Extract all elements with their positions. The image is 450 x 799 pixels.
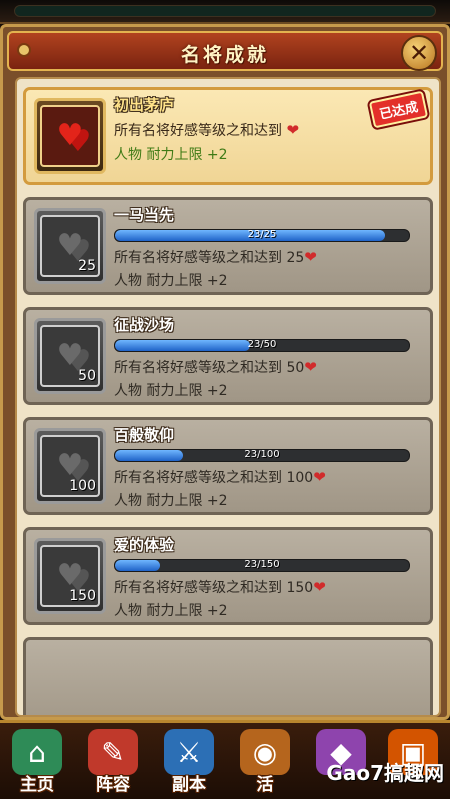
achievement-badge: ♥ 25 (34, 208, 106, 284)
badge-number: 150 (69, 588, 96, 604)
achievement-card-1[interactable]: ♥ 初出茅庐 所有名将好感等级之和达到 ❤ 人物 耐力上限 +2 已达成 (23, 87, 433, 185)
nav-label: 副本 (172, 775, 206, 795)
bottom-navigation: ⌂ 主页 ✎ 阵容 ⚔ 副本 ◉ 活 ◆ ▣ Gao7搞趣网 (0, 720, 450, 799)
progress-text: 23/150 (244, 559, 280, 570)
hearts-icon: ♥ (56, 118, 84, 153)
achievement-name: 一马当先 (114, 206, 175, 224)
scroll-icon: ✎ (88, 729, 138, 775)
nav-label: 阵容 (96, 775, 130, 795)
heart-icon: ❤ (304, 358, 317, 376)
badge-number: 50 (78, 368, 96, 384)
progress-bar: 23/50 (114, 339, 410, 352)
nav-label: 活 (256, 775, 274, 795)
progress-text: 23/50 (247, 339, 277, 350)
hearts-icon: ♥ (56, 228, 84, 263)
progress-bar: 23/100 (114, 449, 410, 462)
nav-lineup-button[interactable]: ✎ 阵容 (80, 727, 146, 797)
achievement-card-4[interactable]: ♥ 100 百般敬仰 23/100 所有名将好感等级之和达到 100❤ 人物 耐力… (23, 417, 433, 515)
heart-icon: ❤ (304, 248, 317, 266)
achievement-card-6-partial[interactable] (23, 637, 433, 715)
progress-bar: 23/25 (114, 229, 410, 242)
hearts-icon: ♥ (56, 338, 84, 373)
achievement-panel: 名将成就 ✕ ♥ 初出茅庐 所有名将好感等级之和达到 ❤ 人物 耐力上限 +2 … (0, 24, 450, 720)
progress-text: 23/25 (247, 229, 277, 240)
nav-dungeon-button[interactable]: ⚔ 副本 (156, 727, 222, 797)
top-status-bar (0, 0, 450, 24)
achievement-list[interactable]: ♥ 初出茅庐 所有名将好感等级之和达到 ❤ 人物 耐力上限 +2 已达成 ♥ 25… (15, 77, 441, 717)
badge-number: 25 (78, 258, 96, 274)
achievement-card-3[interactable]: ♥ 50 征战沙场 23/50 所有名将好感等级之和达到 50❤ 人物 耐力上限 … (23, 307, 433, 405)
completed-stamp: 已达成 (368, 90, 429, 129)
achievement-reward: 人物 耐力上限 +2 (114, 147, 228, 163)
achievement-name: 百般敬仰 (114, 426, 175, 444)
achievement-name: 爱的体验 (114, 536, 175, 554)
achievement-badge: ♥ 150 (34, 538, 106, 614)
achievement-reward: 人物 耐力上限 +2 (114, 273, 228, 289)
hearts-icon: ♥ (56, 558, 84, 593)
achievement-reward: 人物 耐力上限 +2 (114, 603, 228, 619)
achievement-desc: 所有名将好感等级之和达到 ❤ (114, 121, 300, 139)
achievement-desc: 所有名将好感等级之和达到 25❤ (114, 248, 317, 266)
drum-icon: ◉ (240, 729, 290, 775)
achievement-desc: 所有名将好感等级之和达到 150❤ (114, 578, 326, 596)
nav-home-button[interactable]: ⌂ 主页 (4, 727, 70, 797)
achievement-card-2[interactable]: ♥ 25 一马当先 23/25 所有名将好感等级之和达到 25❤ 人物 耐力上限 … (23, 197, 433, 295)
hearts-icon: ♥ (56, 448, 84, 483)
heart-icon: ❤ (313, 578, 326, 596)
achievement-badge: ♥ 100 (34, 428, 106, 504)
achievement-name: 征战沙场 (114, 316, 175, 334)
heart-icon: ❤ (286, 121, 300, 139)
panel-titlebar: 名将成就 ✕ (7, 31, 443, 71)
achievement-name: 初出茅庐 (114, 96, 175, 114)
status-slot (14, 5, 436, 17)
badge-number: 100 (69, 478, 96, 494)
achievement-reward: 人物 耐力上限 +2 (114, 383, 228, 399)
progress-text: 23/100 (244, 449, 280, 460)
progress-bar: 23/150 (114, 559, 410, 572)
nav-activity-button[interactable]: ◉ 活 (232, 727, 298, 797)
heart-icon: ❤ (313, 468, 326, 486)
panel-title: 名将成就 (180, 44, 269, 66)
close-button[interactable]: ✕ (401, 35, 437, 71)
achievement-card-5[interactable]: ♥ 150 爱的体验 23/150 所有名将好感等级之和达到 150❤ 人物 耐力… (23, 527, 433, 625)
sword-icon: ⚔ (164, 729, 214, 775)
nav-label: 主页 (20, 775, 54, 795)
watermark-logo: Gao7搞趣网 (326, 761, 444, 785)
achievement-badge: ♥ 50 (34, 318, 106, 394)
achievement-reward: 人物 耐力上限 +2 (114, 493, 228, 509)
home-icon: ⌂ (12, 729, 62, 775)
achievement-badge: ♥ (34, 98, 106, 174)
achievement-desc: 所有名将好感等级之和达到 50❤ (114, 358, 317, 376)
achievement-desc: 所有名将好感等级之和达到 100❤ (114, 468, 326, 486)
